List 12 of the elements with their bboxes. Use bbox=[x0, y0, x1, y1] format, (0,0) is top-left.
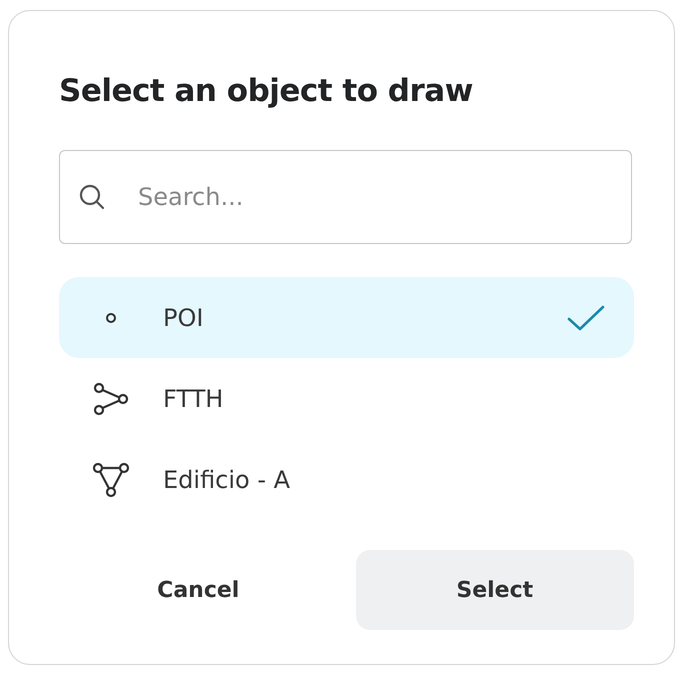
point-icon bbox=[105, 312, 117, 324]
search-field[interactable]: Search... bbox=[59, 150, 632, 244]
line-nodes-icon bbox=[91, 382, 131, 416]
dialog-button[interactable]: Select bbox=[356, 550, 634, 630]
dialog-title: Select an object to draw bbox=[59, 72, 474, 111]
search-icon bbox=[79, 184, 105, 210]
object-list-item[interactable]: Edificio - A bbox=[59, 439, 634, 520]
object-list-item[interactable]: FTTH bbox=[59, 358, 634, 439]
triangle-nodes-icon bbox=[91, 462, 131, 498]
object-list-item[interactable]: POI bbox=[59, 277, 634, 358]
dialog-button[interactable]: Cancel bbox=[59, 550, 338, 630]
checkmark-icon bbox=[566, 304, 606, 332]
